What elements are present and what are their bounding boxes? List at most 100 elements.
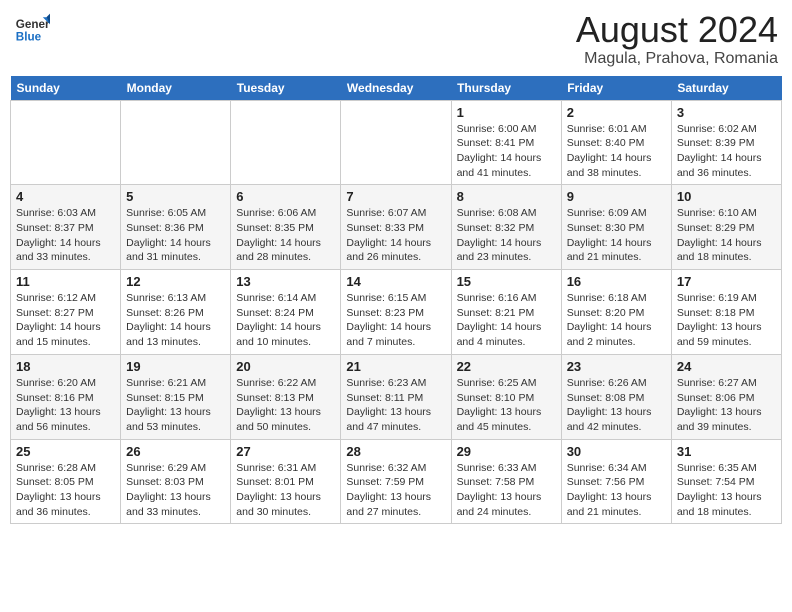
calendar-cell: 15 Sunrise: 6:16 AM Sunset: 8:21 PM Dayli… <box>451 270 561 355</box>
day-info: Sunrise: 6:01 AM Sunset: 8:40 PM Dayligh… <box>567 122 666 181</box>
calendar-week-3: 11 Sunrise: 6:12 AM Sunset: 8:27 PM Dayli… <box>11 270 782 355</box>
page-header: General Blue August 2024 Magula, Prahova… <box>10 10 782 68</box>
day-number: 18 <box>16 359 115 374</box>
day-info: Sunrise: 6:21 AM Sunset: 8:15 PM Dayligh… <box>126 376 225 435</box>
day-number: 23 <box>567 359 666 374</box>
calendar-cell: 6 Sunrise: 6:06 AM Sunset: 8:35 PM Daylig… <box>231 185 341 270</box>
day-number: 1 <box>457 105 556 120</box>
day-number: 9 <box>567 189 666 204</box>
day-number: 5 <box>126 189 225 204</box>
weekday-header-monday: Monday <box>121 76 231 101</box>
day-info: Sunrise: 6:28 AM Sunset: 8:05 PM Dayligh… <box>16 461 115 520</box>
day-info: Sunrise: 6:16 AM Sunset: 8:21 PM Dayligh… <box>457 291 556 350</box>
calendar-week-4: 18 Sunrise: 6:20 AM Sunset: 8:16 PM Dayli… <box>11 354 782 439</box>
day-info: Sunrise: 6:08 AM Sunset: 8:32 PM Dayligh… <box>457 206 556 265</box>
calendar-cell: 19 Sunrise: 6:21 AM Sunset: 8:15 PM Dayli… <box>121 354 231 439</box>
day-info: Sunrise: 6:15 AM Sunset: 8:23 PM Dayligh… <box>346 291 445 350</box>
day-info: Sunrise: 6:03 AM Sunset: 8:37 PM Dayligh… <box>16 206 115 265</box>
day-info: Sunrise: 6:10 AM Sunset: 8:29 PM Dayligh… <box>677 206 776 265</box>
weekday-header-sunday: Sunday <box>11 76 121 101</box>
calendar-cell: 20Sunrise: 6:22 AM Sunset: 8:13 PM Dayli… <box>231 354 341 439</box>
weekday-header-tuesday: Tuesday <box>231 76 341 101</box>
day-info: Sunrise: 6:14 AM Sunset: 8:24 PM Dayligh… <box>236 291 335 350</box>
day-number: 16 <box>567 274 666 289</box>
calendar-cell: 14 Sunrise: 6:15 AM Sunset: 8:23 PM Dayli… <box>341 270 451 355</box>
calendar-cell <box>231 100 341 185</box>
page-subtitle: Magula, Prahova, Romania <box>576 50 778 68</box>
calendar-cell: 28 Sunrise: 6:32 AM Sunset: 7:59 PM Dayli… <box>341 439 451 524</box>
day-number: 24 <box>677 359 776 374</box>
day-number: 14 <box>346 274 445 289</box>
title-block: August 2024 Magula, Prahova, Romania <box>576 10 778 68</box>
calendar-cell: 25Sunrise: 6:28 AM Sunset: 8:05 PM Dayli… <box>11 439 121 524</box>
calendar-cell: 21Sunrise: 6:23 AM Sunset: 8:11 PM Dayli… <box>341 354 451 439</box>
calendar-cell <box>341 100 451 185</box>
day-info: Sunrise: 6:12 AM Sunset: 8:27 PM Dayligh… <box>16 291 115 350</box>
day-info: Sunrise: 6:26 AM Sunset: 8:08 PM Dayligh… <box>567 376 666 435</box>
svg-text:Blue: Blue <box>16 31 42 44</box>
day-info: Sunrise: 6:13 AM Sunset: 8:26 PM Dayligh… <box>126 291 225 350</box>
day-info: Sunrise: 6:29 AM Sunset: 8:03 PM Dayligh… <box>126 461 225 520</box>
day-number: 15 <box>457 274 556 289</box>
day-info: Sunrise: 6:19 AM Sunset: 8:18 PM Dayligh… <box>677 291 776 350</box>
day-info: Sunrise: 6:20 AM Sunset: 8:16 PM Dayligh… <box>16 376 115 435</box>
calendar-cell: 12Sunrise: 6:13 AM Sunset: 8:26 PM Dayli… <box>121 270 231 355</box>
calendar-cell: 4 Sunrise: 6:03 AM Sunset: 8:37 PM Daylig… <box>11 185 121 270</box>
day-info: Sunrise: 6:02 AM Sunset: 8:39 PM Dayligh… <box>677 122 776 181</box>
day-number: 27 <box>236 444 335 459</box>
calendar-week-2: 4 Sunrise: 6:03 AM Sunset: 8:37 PM Daylig… <box>11 185 782 270</box>
day-info: Sunrise: 6:25 AM Sunset: 8:10 PM Dayligh… <box>457 376 556 435</box>
calendar-cell: 7 Sunrise: 6:07 AM Sunset: 8:33 PM Daylig… <box>341 185 451 270</box>
day-number: 11 <box>16 274 115 289</box>
weekday-header-row: SundayMondayTuesdayWednesdayThursdayFrid… <box>11 76 782 101</box>
day-info: Sunrise: 6:33 AM Sunset: 7:58 PM Dayligh… <box>457 461 556 520</box>
calendar-cell: 26 Sunrise: 6:29 AM Sunset: 8:03 PM Dayli… <box>121 439 231 524</box>
weekday-header-friday: Friday <box>561 76 671 101</box>
calendar-cell: 2 Sunrise: 6:01 AM Sunset: 8:40 PM Daylig… <box>561 100 671 185</box>
day-info: Sunrise: 6:32 AM Sunset: 7:59 PM Dayligh… <box>346 461 445 520</box>
day-info: Sunrise: 6:07 AM Sunset: 8:33 PM Dayligh… <box>346 206 445 265</box>
day-info: Sunrise: 6:35 AM Sunset: 7:54 PM Dayligh… <box>677 461 776 520</box>
day-info: Sunrise: 6:06 AM Sunset: 8:35 PM Dayligh… <box>236 206 335 265</box>
day-number: 17 <box>677 274 776 289</box>
day-number: 8 <box>457 189 556 204</box>
logo: General Blue <box>14 10 50 46</box>
calendar-cell: 10 Sunrise: 6:10 AM Sunset: 8:29 PM Dayli… <box>671 185 781 270</box>
calendar-cell: 27Sunrise: 6:31 AM Sunset: 8:01 PM Dayli… <box>231 439 341 524</box>
page-title: August 2024 <box>576 10 778 50</box>
day-info: Sunrise: 6:34 AM Sunset: 7:56 PM Dayligh… <box>567 461 666 520</box>
svg-text:General: General <box>16 18 50 31</box>
day-number: 19 <box>126 359 225 374</box>
weekday-header-wednesday: Wednesday <box>341 76 451 101</box>
calendar-week-1: 1Sunrise: 6:00 AM Sunset: 8:41 PM Daylig… <box>11 100 782 185</box>
calendar-cell: 5Sunrise: 6:05 AM Sunset: 8:36 PM Daylig… <box>121 185 231 270</box>
calendar-table: SundayMondayTuesdayWednesdayThursdayFrid… <box>10 76 782 525</box>
calendar-cell: 24 Sunrise: 6:27 AM Sunset: 8:06 PM Dayli… <box>671 354 781 439</box>
day-number: 10 <box>677 189 776 204</box>
day-number: 13 <box>236 274 335 289</box>
day-number: 30 <box>567 444 666 459</box>
day-number: 20 <box>236 359 335 374</box>
day-number: 4 <box>16 189 115 204</box>
day-number: 6 <box>236 189 335 204</box>
day-number: 22 <box>457 359 556 374</box>
day-number: 21 <box>346 359 445 374</box>
calendar-cell: 1Sunrise: 6:00 AM Sunset: 8:41 PM Daylig… <box>451 100 561 185</box>
day-number: 28 <box>346 444 445 459</box>
day-number: 3 <box>677 105 776 120</box>
weekday-header-saturday: Saturday <box>671 76 781 101</box>
day-number: 26 <box>126 444 225 459</box>
day-number: 2 <box>567 105 666 120</box>
day-info: Sunrise: 6:27 AM Sunset: 8:06 PM Dayligh… <box>677 376 776 435</box>
day-number: 7 <box>346 189 445 204</box>
day-number: 29 <box>457 444 556 459</box>
logo-icon: General Blue <box>14 10 50 46</box>
calendar-cell: 18 Sunrise: 6:20 AM Sunset: 8:16 PM Dayli… <box>11 354 121 439</box>
calendar-cell: 3 Sunrise: 6:02 AM Sunset: 8:39 PM Daylig… <box>671 100 781 185</box>
weekday-header-thursday: Thursday <box>451 76 561 101</box>
day-info: Sunrise: 6:18 AM Sunset: 8:20 PM Dayligh… <box>567 291 666 350</box>
calendar-cell: 22 Sunrise: 6:25 AM Sunset: 8:10 PM Dayli… <box>451 354 561 439</box>
calendar-cell: 31Sunrise: 6:35 AM Sunset: 7:54 PM Dayli… <box>671 439 781 524</box>
calendar-cell: 9Sunrise: 6:09 AM Sunset: 8:30 PM Daylig… <box>561 185 671 270</box>
calendar-cell: 30 Sunrise: 6:34 AM Sunset: 7:56 PM Dayli… <box>561 439 671 524</box>
